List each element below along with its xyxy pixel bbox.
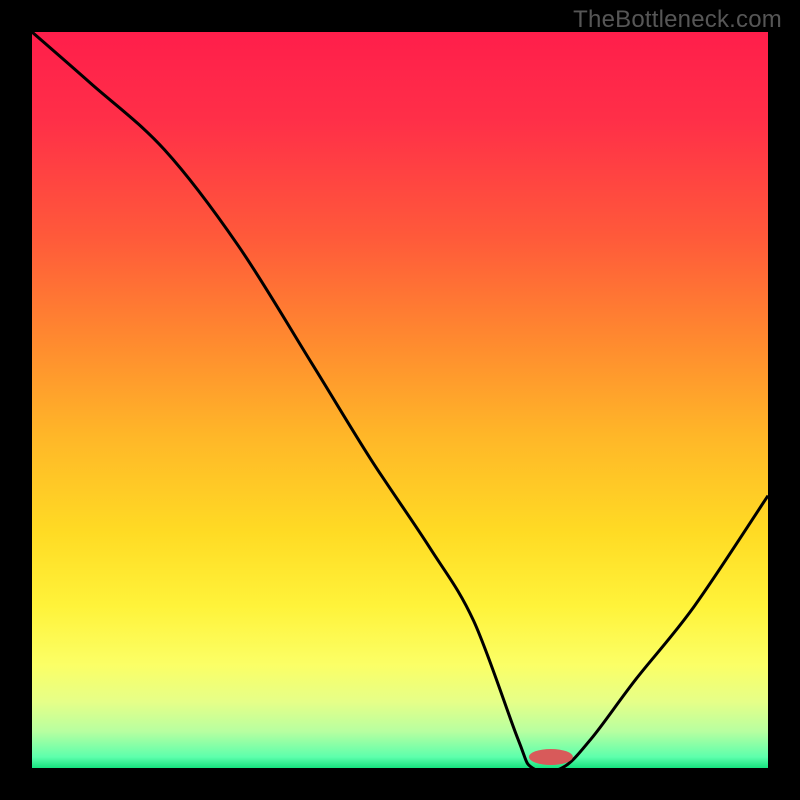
bottleneck-chart <box>0 0 800 800</box>
chart-container: { "watermark": "TheBottleneck.com", "plo… <box>0 0 800 800</box>
optimal-marker <box>529 749 573 765</box>
plot-area <box>32 32 768 768</box>
watermark-text: TheBottleneck.com <box>573 6 782 34</box>
